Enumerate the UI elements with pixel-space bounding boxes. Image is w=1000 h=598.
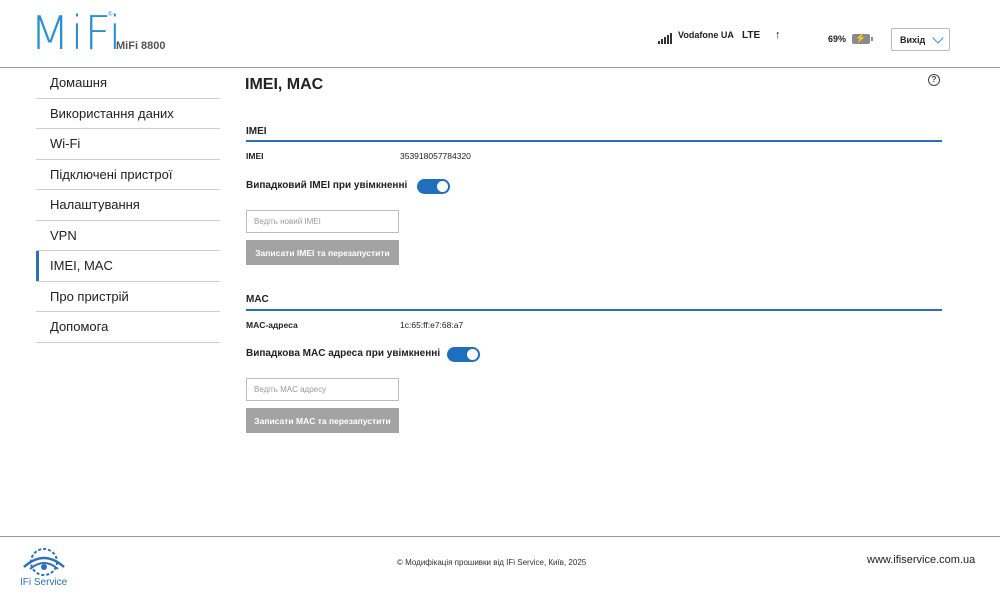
sidebar-item-vpn[interactable]: VPN (36, 221, 220, 251)
imei-label: IMEI (246, 151, 264, 161)
footer-logo-text: IFi Service (20, 577, 68, 588)
imei-section-title: IMEI (246, 126, 267, 137)
battery-charging-icon: ⚡ (852, 33, 873, 44)
random-imei-toggle[interactable] (417, 179, 450, 194)
ifi-service-logo-icon (23, 548, 65, 576)
upload-arrow-icon: ↑ (775, 29, 781, 41)
sidebar-item-wifi[interactable]: Wi-Fi (36, 129, 220, 160)
help-icon[interactable]: ? (928, 74, 940, 86)
mac-section-title: MAC (246, 294, 269, 305)
random-mac-label: Випадкова MAC адреса при увімкненні (246, 348, 441, 359)
sidebar-item-home[interactable]: Домашня (36, 68, 220, 99)
charging-bolt-icon: ⚡ (855, 33, 867, 43)
sidebar-nav: Домашня Використання даних Wi-Fi Підключ… (36, 68, 220, 343)
write-mac-restart-button[interactable]: Записати MAC та перезапустити (246, 408, 399, 433)
sidebar-item-settings[interactable]: Налаштування (36, 190, 220, 221)
imei-section-divider (246, 140, 942, 142)
carrier-name: Vodafone UA (678, 30, 734, 40)
mac-section-divider (246, 309, 942, 311)
chevron-down-icon (932, 32, 944, 44)
sidebar-item-help[interactable]: Допомога (36, 312, 220, 343)
random-imei-label: Випадковий IMEI при увімкненні (246, 180, 408, 191)
signal-strength-icon (658, 32, 672, 44)
mac-label: MAC-адреса (246, 320, 298, 330)
network-type: LTE (742, 30, 761, 41)
device-model: MiFi 8800 (116, 40, 166, 52)
logout-button[interactable]: Вихід (891, 28, 950, 51)
copyright-text: © Модифікація прошивки від IFi Service, … (397, 558, 587, 567)
sidebar-item-data-usage[interactable]: Використання даних (36, 99, 220, 129)
write-imei-restart-button[interactable]: Записати IMEI та перезапустити (246, 240, 399, 265)
header: MiFi ® MiFi 8800 Vodafone UA LTE ↑ 69% ⚡… (0, 0, 1000, 68)
new-imei-input[interactable] (246, 210, 399, 233)
sidebar-item-about[interactable]: Про пристрій (36, 282, 220, 312)
footer: IFi Service © Модифікація прошивки від I… (0, 536, 1000, 598)
imei-value: 353918057784320 (400, 151, 471, 161)
website-link[interactable]: www.ifiservice.com.ua (867, 554, 975, 566)
sidebar-item-imei-mac[interactable]: IMEI, MAC (36, 251, 220, 282)
page-title: IMEI, MAC (245, 76, 324, 93)
trademark-icon: ® (108, 12, 113, 18)
random-mac-toggle[interactable] (447, 347, 480, 362)
battery-percent: 69% (828, 34, 847, 44)
logout-label: Вихід (900, 34, 926, 45)
sidebar-item-connected-devices[interactable]: Підключені пристрої (36, 160, 220, 190)
mac-value: 1c:65:ff:e7:68:a7 (400, 320, 464, 330)
new-mac-input[interactable] (246, 378, 399, 401)
